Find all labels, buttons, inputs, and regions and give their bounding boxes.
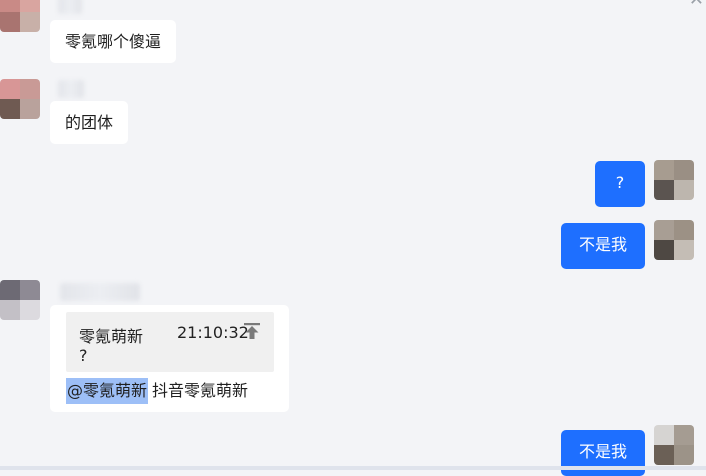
mention-tag[interactable]: @零氪萌新 (66, 378, 149, 404)
quote-reply-message[interactable]: 零氪萌新 21:10:32 ? @零氪萌新 抖音零氪萌新 (50, 305, 289, 412)
chat-message-bubble[interactable]: 的团体 (50, 101, 129, 144)
quoted-message[interactable]: 零氪萌新 21:10:32 ? (66, 312, 274, 372)
self-avatar[interactable] (654, 425, 694, 465)
close-icon[interactable]: ✕ (689, 0, 704, 9)
message-text: 抖音零氪萌新 (152, 381, 249, 400)
quoted-text: ? (79, 346, 88, 365)
quoted-sender-name: 零氪萌新 (79, 327, 144, 346)
jump-to-quote-icon[interactable] (242, 321, 262, 341)
chat-message-bubble[interactable]: ? (595, 161, 645, 207)
self-avatar[interactable] (654, 160, 694, 200)
quoted-timestamp: 21:10:32 (177, 323, 249, 342)
sender-name (60, 283, 140, 301)
avatar[interactable] (0, 0, 40, 32)
sender-name (58, 80, 84, 98)
chat-message-bubble[interactable]: 不是我 (561, 223, 645, 269)
avatar[interactable] (0, 79, 40, 119)
avatar[interactable] (0, 280, 40, 320)
self-avatar[interactable] (654, 220, 694, 260)
input-area-edge (0, 466, 706, 470)
sender-name (58, 0, 82, 14)
chat-message-bubble[interactable]: 零氪哪个傻逼 (50, 20, 177, 63)
